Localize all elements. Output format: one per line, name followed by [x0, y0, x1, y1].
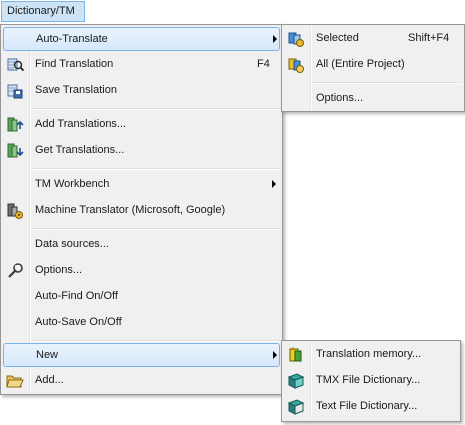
menu-item-save-translation[interactable]: Save Translation: [3, 79, 280, 103]
dictionary-tm-menu: Auto-Translate Find Translation F4 Save …: [0, 24, 283, 395]
menu-item-machine-translator[interactable]: Machine Translator (Microsoft, Google): [3, 199, 280, 223]
menu-item-add-translations[interactable]: Add Translations...: [3, 113, 280, 137]
menu-item-get-translations[interactable]: Get Translations...: [3, 139, 280, 163]
all-entire-project-label: All (Entire Project): [316, 58, 405, 70]
add-translations-icon: [7, 117, 24, 132]
menu-item-auto-save[interactable]: Auto-Save On/Off: [3, 311, 280, 335]
options-icon: [8, 263, 23, 278]
new-label: New: [36, 349, 59, 361]
submenu-arrow-icon: [273, 351, 277, 359]
text-dictionary-icon: [287, 399, 305, 415]
tm-workbench-label: TM Workbench: [35, 178, 110, 190]
find-translation-icon: [7, 58, 24, 72]
auto-translate-submenu: Selected Shift+F4 All (Entire Project) O…: [281, 24, 465, 112]
add-label: Add...: [35, 374, 64, 386]
auto-translate-options-label: Options...: [316, 92, 364, 104]
menu-separator: [31, 168, 281, 170]
translation-memory-icon: [289, 347, 302, 362]
submenu-arrow-icon: [273, 35, 277, 43]
menu-item-auto-find[interactable]: Auto-Find On/Off: [3, 285, 280, 309]
menu-item-auto-translate-options[interactable]: Options...: [284, 87, 462, 111]
menu-item-new[interactable]: New: [3, 343, 280, 367]
find-translation-shortcut: F4: [257, 58, 270, 70]
find-translation-label: Find Translation: [35, 58, 114, 70]
selected-shortcut: Shift+F4: [408, 32, 450, 44]
menu-dictionary-tm[interactable]: Dictionary/TM: [1, 1, 85, 22]
machine-translator-label: Machine Translator (Microsoft, Google): [35, 204, 226, 216]
tmx-dictionary-icon: [287, 373, 305, 389]
tmx-file-dictionary-label: TMX File Dictionary...: [316, 374, 421, 386]
open-folder-icon: [6, 375, 24, 388]
auto-translate-selected-icon: [288, 32, 304, 47]
auto-translate-all-icon: [288, 58, 304, 73]
menu-item-tm-workbench[interactable]: TM Workbench: [3, 173, 280, 197]
menu-bar: Dictionary/TM: [0, 0, 465, 24]
auto-save-label: Auto-Save On/Off: [35, 316, 122, 328]
menu-item-translation-memory[interactable]: Translation memory...: [284, 343, 458, 367]
menu-item-tmx-file-dictionary[interactable]: TMX File Dictionary...: [284, 369, 458, 393]
new-submenu: Translation memory... TMX File Dictionar…: [281, 340, 461, 422]
add-translations-label: Add Translations...: [35, 118, 127, 130]
menu-item-data-sources[interactable]: Data sources...: [3, 233, 280, 257]
translation-memory-label: Translation memory...: [316, 348, 422, 360]
options-label: Options...: [35, 264, 83, 276]
get-translations-icon: [7, 143, 24, 158]
menu-separator: [31, 108, 281, 110]
text-file-dictionary-label: Text File Dictionary...: [316, 400, 418, 412]
menu-item-find-translation[interactable]: Find Translation F4: [3, 53, 280, 77]
data-sources-label: Data sources...: [35, 238, 109, 250]
menu-item-all-entire-project[interactable]: All (Entire Project): [284, 53, 462, 77]
get-translations-label: Get Translations...: [35, 144, 125, 156]
menu-item-add[interactable]: Add...: [3, 369, 280, 393]
auto-translate-label: Auto-Translate: [36, 33, 108, 45]
menu-item-selected[interactable]: Selected Shift+F4: [284, 27, 462, 51]
save-translation-icon: [7, 84, 23, 99]
menu-item-auto-translate[interactable]: Auto-Translate: [3, 27, 280, 51]
menu-item-options[interactable]: Options...: [3, 259, 280, 283]
menu-separator: [312, 82, 462, 84]
menu-item-text-file-dictionary[interactable]: Text File Dictionary...: [284, 395, 458, 419]
auto-find-label: Auto-Find On/Off: [35, 290, 118, 302]
submenu-arrow-icon: [272, 180, 276, 188]
menu-separator: [31, 228, 281, 230]
save-translation-label: Save Translation: [35, 84, 117, 96]
machine-translator-icon: [7, 203, 23, 219]
menu-separator: [31, 340, 281, 342]
selected-label: Selected: [316, 32, 359, 44]
